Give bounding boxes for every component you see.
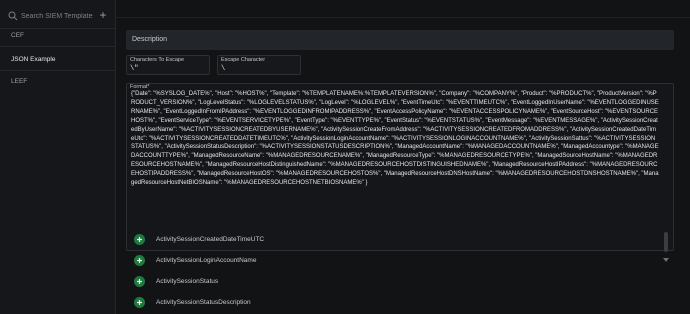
- chars-to-escape-value: \": [130, 65, 139, 73]
- scroll-down-arrow[interactable]: [663, 258, 669, 262]
- sidebar-item-cef[interactable]: CEF: [11, 32, 24, 39]
- search-icon: [8, 11, 18, 21]
- sidebar-divider: [0, 70, 116, 71]
- add-variable-icon[interactable]: [134, 275, 145, 287]
- variable-label: ActivitySessionLoginAccountName: [156, 256, 257, 264]
- description-field[interactable]: Description: [126, 30, 674, 50]
- add-variable-icon[interactable]: [134, 233, 145, 245]
- top-divider: [116, 17, 690, 18]
- scrollbar-thumb[interactable]: [664, 232, 668, 252]
- search-row: +: [4, 8, 112, 24]
- sidebar-item-leef[interactable]: LEEF: [11, 78, 27, 85]
- variable-item[interactable]: ActivitySessionStatus: [134, 272, 654, 290]
- add-variable-icon[interactable]: [134, 296, 145, 308]
- variable-item[interactable]: ActivitySessionLoginAccountName: [134, 251, 654, 269]
- variable-label: ActivitySessionCreatedDateTimeUTC: [156, 235, 265, 243]
- variable-item[interactable]: ActivitySessionCreatedDateTimeUTC: [134, 230, 654, 248]
- search-input[interactable]: [21, 12, 93, 20]
- sidebar-divider: [0, 28, 116, 29]
- sidebar-divider: [0, 46, 116, 47]
- escape-character-value: \: [221, 65, 226, 73]
- sidebar-item-json-example[interactable]: JSON Example: [11, 56, 55, 63]
- chars-to-escape-label: Characters To Escape: [130, 57, 185, 63]
- variable-label: ActivitySessionStatusDescription: [156, 298, 251, 306]
- add-template-button[interactable]: +: [97, 9, 109, 21]
- variable-item[interactable]: ActivitySessionStatusDescription: [134, 293, 654, 311]
- format-value[interactable]: {"Date": "%SYSLOG_DATE%", "Host": "%HOST…: [131, 90, 659, 188]
- escape-character-label: Escape Character: [221, 57, 266, 63]
- siem-template-editor: + CEF JSON Example LEEF Description Char…: [0, 0, 690, 314]
- add-variable-icon[interactable]: [134, 254, 145, 266]
- variable-label: ActivitySessionStatus: [156, 277, 219, 285]
- sidebar: + CEF JSON Example LEEF: [0, 0, 116, 314]
